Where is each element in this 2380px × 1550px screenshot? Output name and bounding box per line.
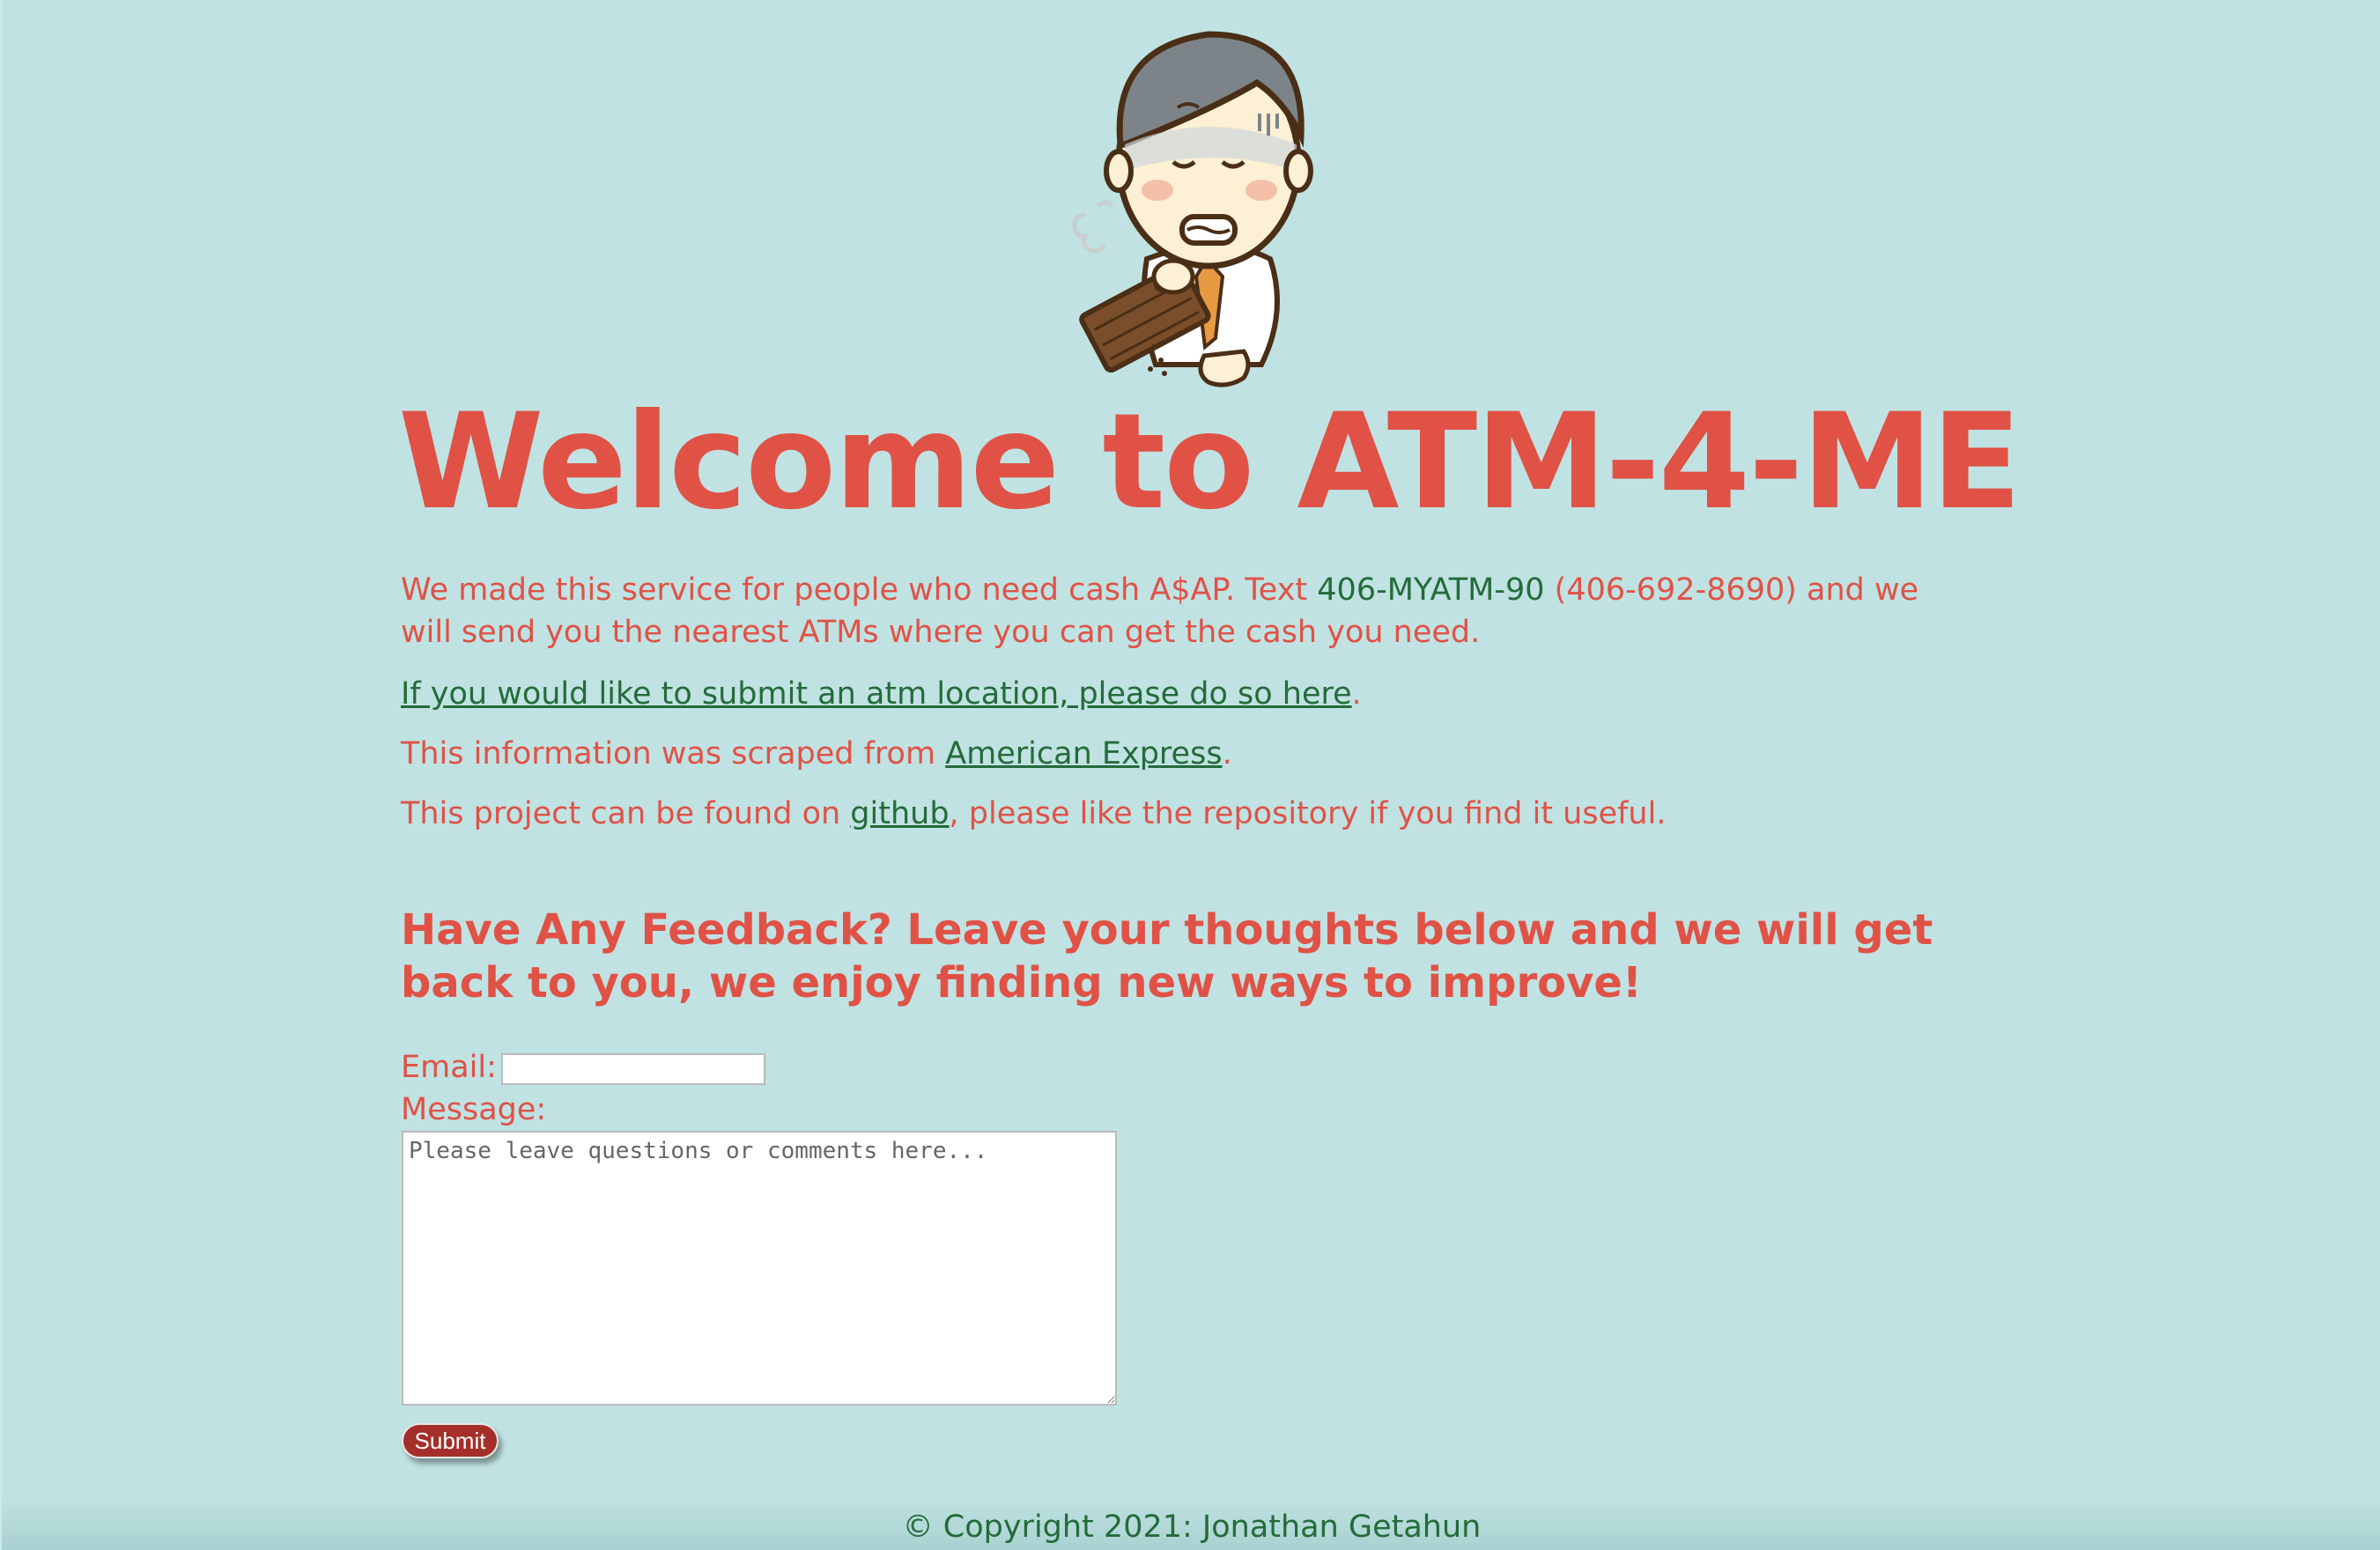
intro-text: We made this service for people who need… xyxy=(401,572,1318,608)
copyright-text: © Copyright 2021: Jonathan Getahun xyxy=(902,1509,1482,1545)
submit-location-paragraph: If you would like to submit an atm locat… xyxy=(401,673,1969,715)
github-link[interactable]: github xyxy=(850,796,949,831)
page-title: Welcome to ATM-4-ME xyxy=(398,386,2022,539)
feedback-heading: Have Any Feedback? Leave your thoughts b… xyxy=(401,905,1933,1008)
phone-number: 406-MYATM-90 xyxy=(1317,572,1545,608)
intro-paragraph: We made this service for people who need… xyxy=(401,569,1969,653)
message-textarea[interactable] xyxy=(402,1131,1117,1406)
email-field[interactable] xyxy=(501,1053,765,1085)
page: Welcome to ATM-4-ME We made this service… xyxy=(0,0,2380,1550)
source-text: This information was scraped from xyxy=(401,736,946,771)
wind-puff-icon xyxy=(1072,200,1114,254)
github-paragraph: This project can be found on github, ple… xyxy=(401,793,1969,835)
github-text: This project can be found on xyxy=(401,796,851,831)
source-period: . xyxy=(1222,736,1232,771)
submit-button[interactable]: Submit xyxy=(402,1423,499,1458)
github-text-continued: , please like the repository if you find… xyxy=(949,796,1667,831)
submit-location-link[interactable]: If you would like to submit an atm locat… xyxy=(401,676,1352,712)
message-label: Message: xyxy=(401,1092,547,1127)
source-paragraph: This information was scraped from Americ… xyxy=(401,733,1969,775)
email-label: Email: xyxy=(401,1050,497,1085)
american-express-link[interactable]: American Express xyxy=(945,736,1222,771)
submit-location-period: . xyxy=(1351,676,1362,712)
mascot-illustration xyxy=(1072,31,1313,388)
